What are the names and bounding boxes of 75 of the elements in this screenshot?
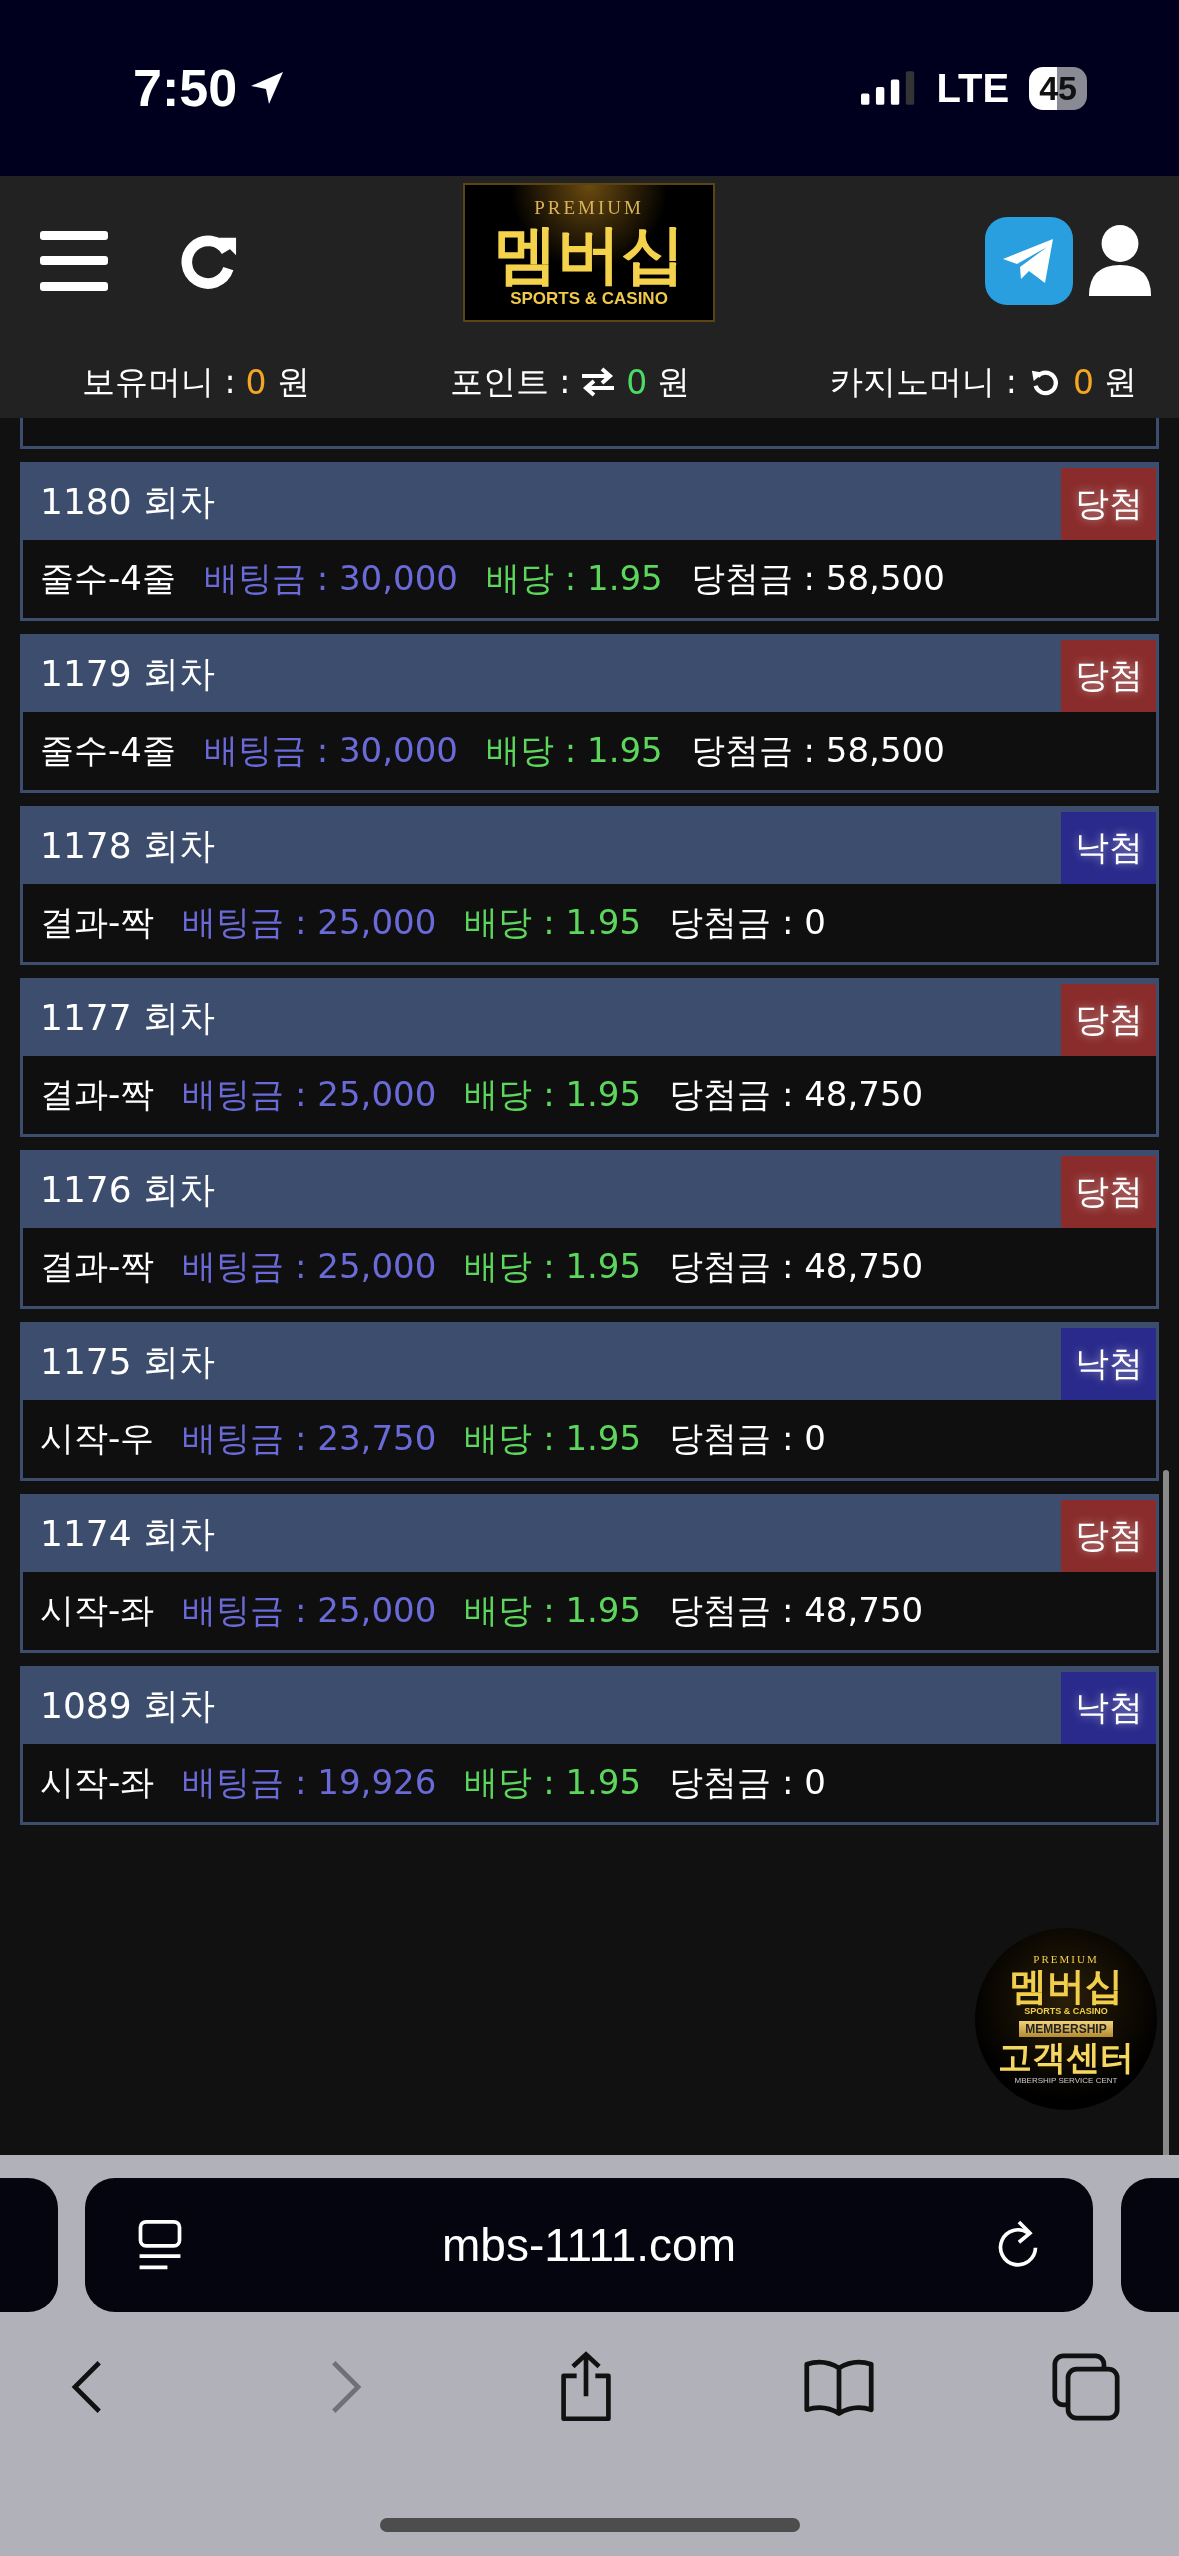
bet-stake: 배팅금 : 23,750 xyxy=(182,1417,437,1460)
round-number: 1178 회차 xyxy=(40,824,216,868)
transfer-icon xyxy=(580,367,617,397)
bet-payout: 당첨금 : 48,750 xyxy=(669,1073,924,1116)
currency-unit: 원 xyxy=(657,360,691,403)
round-number: 1175 회차 xyxy=(40,1340,216,1384)
bet-pick: 줄수-4줄 xyxy=(40,557,176,600)
balance-amount: 0 xyxy=(1073,362,1094,402)
bet-pick: 시작-좌 xyxy=(40,1761,155,1804)
tab-preview[interactable] xyxy=(0,2178,58,2312)
share-icon[interactable] xyxy=(558,2351,614,2423)
paper-plane-icon[interactable] xyxy=(985,217,1073,305)
status-time: 7:50 xyxy=(133,58,238,118)
bet-payout: 당첨금 : 48,750 xyxy=(669,1589,924,1632)
bet-stake: 배팅금 : 30,000 xyxy=(203,729,458,772)
round-number: 1180 회차 xyxy=(40,480,216,524)
support-center-button[interactable]: PREMIUM 멤버십 SPORTS & CASINO MEMBERSHIP 고객센터 MBERSHIP SERVICE CENT xyxy=(975,1928,1157,2110)
bet-payout: 당첨금 : 48,750 xyxy=(669,1245,924,1288)
balance-amount: 0 xyxy=(626,362,648,402)
bet-payout: 당첨금 : 0 xyxy=(669,1761,826,1804)
bet-odds: 배당 : 1.95 xyxy=(485,729,663,772)
network-label: LTE xyxy=(936,65,1010,111)
round-number: 1179 회차 xyxy=(40,652,216,696)
bet-stake: 배팅금 : 25,000 xyxy=(182,1245,437,1288)
bet-pick: 시작-우 xyxy=(40,1417,155,1460)
bet-odds: 배당 : 1.95 xyxy=(464,1245,642,1288)
bet-payout: 당첨금 : 0 xyxy=(669,901,826,944)
round-number: 1177 회차 xyxy=(40,996,216,1040)
balance-label: 보유머니 : xyxy=(82,360,236,403)
balance-label: 카지노머니 : xyxy=(830,360,1017,403)
bet-stake: 배팅금 : 25,000 xyxy=(182,1073,437,1116)
bet-stake: 배팅금 : 25,000 xyxy=(182,1589,437,1632)
bet-pick: 결과-짝 xyxy=(40,901,155,944)
bet-payout: 당첨금 : 58,500 xyxy=(690,729,945,772)
balance-label: 포인트 : xyxy=(449,360,571,403)
scrollbar[interactable] xyxy=(1163,1470,1169,2155)
bet-odds: 배당 : 1.95 xyxy=(464,1073,642,1116)
currency-unit: 원 xyxy=(276,360,310,403)
bet-payout: 당첨금 : 0 xyxy=(669,1417,826,1460)
reader-icon[interactable] xyxy=(137,2219,183,2271)
bet-payout: 당첨금 : 58,500 xyxy=(690,557,945,600)
balance-amount: 0 xyxy=(245,362,267,402)
bet-odds: 배당 : 1.95 xyxy=(485,557,663,600)
bet-odds: 배당 : 1.95 xyxy=(464,1417,642,1460)
bet-stake: 배팅금 : 30,000 xyxy=(203,557,458,600)
bet-stake: 배팅금 : 19,926 xyxy=(182,1761,437,1804)
tab-preview[interactable] xyxy=(1121,2178,1179,2312)
menu-icon[interactable] xyxy=(40,231,108,291)
bet-pick: 결과-짝 xyxy=(40,1073,155,1116)
round-number: 1089 회차 xyxy=(40,1684,216,1728)
result-badge: 낙첨 xyxy=(1061,812,1156,884)
bet-odds: 배당 : 1.95 xyxy=(464,1761,642,1804)
bet-pick: 줄수-4줄 xyxy=(40,729,176,772)
result-badge: 당첨 xyxy=(1061,1156,1156,1228)
result-badge: 당첨 xyxy=(1061,640,1156,712)
bet-odds: 배당 : 1.95 xyxy=(464,901,642,944)
bet-odds: 배당 : 1.95 xyxy=(464,1589,642,1632)
tabs-icon[interactable] xyxy=(1052,2353,1120,2421)
bet-stake: 배팅금 : 25,000 xyxy=(182,901,437,944)
result-badge: 낙첨 xyxy=(1061,1328,1156,1400)
user-icon[interactable] xyxy=(1087,224,1153,298)
round-number: 1174 회차 xyxy=(40,1512,216,1556)
site-logo[interactable]: PREMIUM 멤버십 SPORTS & CASINO xyxy=(463,183,715,322)
result-badge: 낙첨 xyxy=(1061,1672,1156,1744)
currency-unit: 원 xyxy=(1104,360,1137,403)
book-icon[interactable] xyxy=(803,2358,875,2416)
result-badge: 당첨 xyxy=(1061,1500,1156,1572)
signal-icon xyxy=(860,71,917,105)
address-bar[interactable]: mbs-1111.com xyxy=(85,2178,1093,2312)
url-text: mbs-1111.com xyxy=(441,2218,737,2272)
bet-pick: 시작-좌 xyxy=(40,1589,155,1632)
round-number: 1176 회차 xyxy=(40,1168,216,1212)
bet-pick: 결과-짝 xyxy=(40,1245,155,1288)
result-badge: 당첨 xyxy=(1061,984,1156,1056)
result-badge: 당첨 xyxy=(1061,468,1156,540)
